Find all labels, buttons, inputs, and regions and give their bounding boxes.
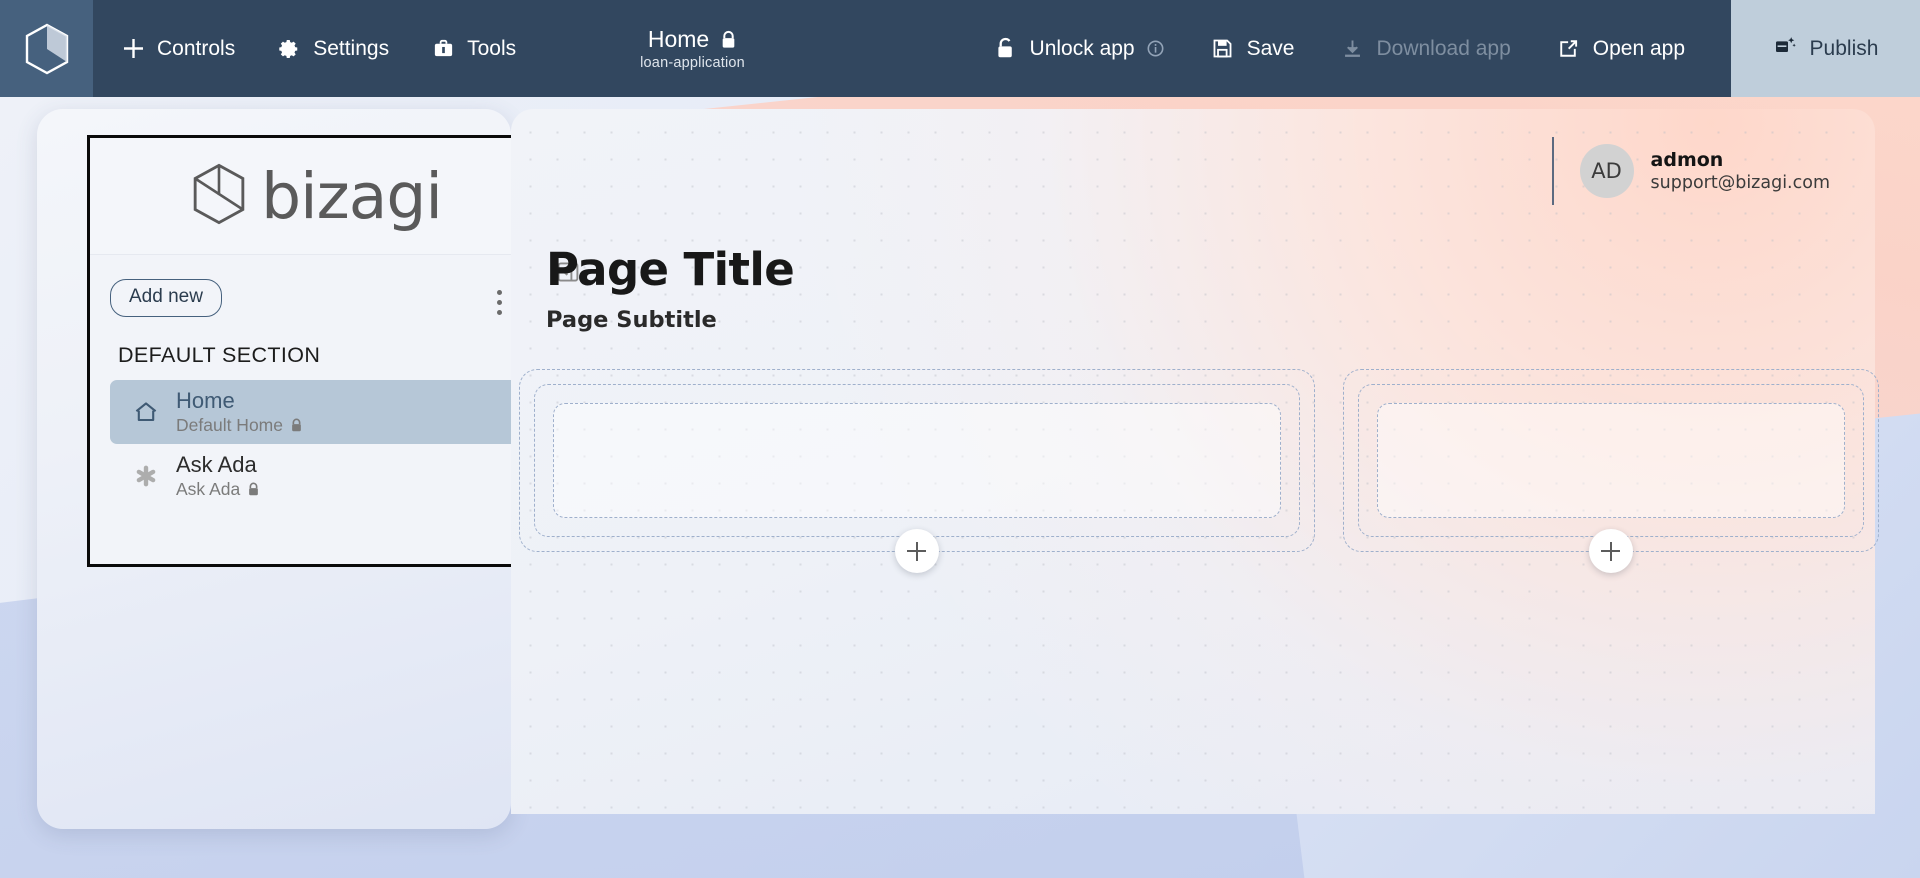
dropzone-container-left[interactable] xyxy=(519,369,1315,573)
sidebar-item-ask-ada-subtitle: Ask Ada xyxy=(176,478,241,499)
sidebar-item-home-subtitle: Default Home xyxy=(176,414,283,435)
toolbar-left-group: Controls Settings Tools xyxy=(93,0,520,97)
publish-sparkle-icon xyxy=(1773,34,1797,64)
more-vertical-icon[interactable] xyxy=(485,285,511,319)
user-account-chip[interactable]: AD admon support@bizagi.com xyxy=(1551,137,1830,205)
plus-icon xyxy=(121,37,145,61)
dropzone-slot-left[interactable] xyxy=(553,403,1281,518)
sidebar-item-ask-ada-title: Ask Ada xyxy=(176,452,257,478)
dropzone-slot-right[interactable] xyxy=(1376,403,1845,518)
add-widget-button-left[interactable] xyxy=(894,529,939,573)
bizagi-cube-icon xyxy=(191,163,247,230)
open-app-label: Open app xyxy=(1592,36,1685,60)
lock-closed-icon xyxy=(720,30,737,50)
section-label: DEFAULT SECTION xyxy=(118,343,321,367)
page-dropzone-row xyxy=(519,369,1879,573)
info-icon[interactable] xyxy=(1147,40,1165,58)
settings-button[interactable]: Settings xyxy=(273,31,393,67)
home-icon xyxy=(132,399,160,425)
editor-stage: bizagi Add new DEFAULT SECTION Home Defa… xyxy=(0,97,1920,878)
dropzone-section-right[interactable] xyxy=(1357,384,1864,537)
sidebar-nav-list: Home Default Home Ask Ada Ask Ada xyxy=(110,380,511,508)
toolbar-center-group: Home loan-application xyxy=(520,0,989,97)
bizagi-cube-icon xyxy=(25,23,69,75)
current-page-title: Home xyxy=(647,26,710,52)
download-icon xyxy=(1340,37,1364,61)
sidebar-item-ask-ada[interactable]: Ask Ada Ask Ada xyxy=(110,444,511,508)
tools-label: Tools xyxy=(467,36,517,60)
sidebar-body: Add new DEFAULT SECTION Home Default Hom… xyxy=(90,255,511,518)
lock-closed-icon xyxy=(247,482,260,497)
app-navigation-card: bizagi Add new DEFAULT SECTION Home Defa… xyxy=(37,109,511,829)
settings-label: Settings xyxy=(313,36,390,60)
sidebar-logo-text: bizagi xyxy=(261,159,443,233)
asterisk-icon xyxy=(132,463,160,489)
publish-label: Publish xyxy=(1809,36,1879,60)
top-toolbar: Controls Settings Tools Home loan-applic… xyxy=(0,0,1920,97)
lock-open-icon xyxy=(994,37,1018,61)
publish-button[interactable]: Publish xyxy=(1731,0,1920,97)
open-app-button[interactable]: Open app xyxy=(1553,31,1689,67)
tools-button[interactable]: Tools xyxy=(427,31,520,67)
controls-label: Controls xyxy=(157,36,236,60)
sidebar-item-home[interactable]: Home Default Home xyxy=(110,380,511,445)
avatar: AD xyxy=(1579,144,1634,198)
save-button[interactable]: Save xyxy=(1207,31,1299,67)
floppy-disk-icon xyxy=(1211,37,1235,61)
add-widget-button-right[interactable] xyxy=(1588,529,1633,573)
navigation-selection-frame[interactable]: bizagi Add new DEFAULT SECTION Home Defa… xyxy=(87,135,511,567)
save-label: Save xyxy=(1246,36,1295,60)
gear-icon xyxy=(277,37,301,61)
current-page-chip[interactable]: Home loan-application xyxy=(640,26,745,71)
unlock-app-button[interactable]: Unlock app xyxy=(990,31,1169,67)
page-subtitle[interactable]: Page Subtitle xyxy=(546,307,794,333)
external-link-icon xyxy=(1557,37,1581,61)
dropzone-container-right[interactable] xyxy=(1342,369,1879,573)
toolbox-icon xyxy=(431,37,455,61)
controls-button[interactable]: Controls xyxy=(117,31,239,67)
dropzone-section-left[interactable] xyxy=(534,384,1300,537)
add-new-button[interactable]: Add new xyxy=(110,279,222,317)
current-app-name: loan-application xyxy=(640,55,745,71)
sidebar-item-home-title: Home xyxy=(176,388,235,413)
user-name: admon xyxy=(1650,148,1724,171)
brand-logo-tile[interactable] xyxy=(0,0,93,97)
user-email: support@bizagi.com xyxy=(1650,172,1830,193)
download-app-label: Download app xyxy=(1376,36,1511,60)
sidebar-logo-band: bizagi xyxy=(90,138,511,255)
lock-closed-icon xyxy=(290,418,303,433)
unlock-app-label: Unlock app xyxy=(1029,36,1135,60)
toolbar-right-group: Unlock app Save Download app Open app Pu… xyxy=(990,0,1920,97)
page-title[interactable]: Page Title xyxy=(546,247,795,292)
page-heading-block: Page Title Page Subtitle xyxy=(546,247,795,333)
download-app-button[interactable]: Download app xyxy=(1336,31,1514,67)
